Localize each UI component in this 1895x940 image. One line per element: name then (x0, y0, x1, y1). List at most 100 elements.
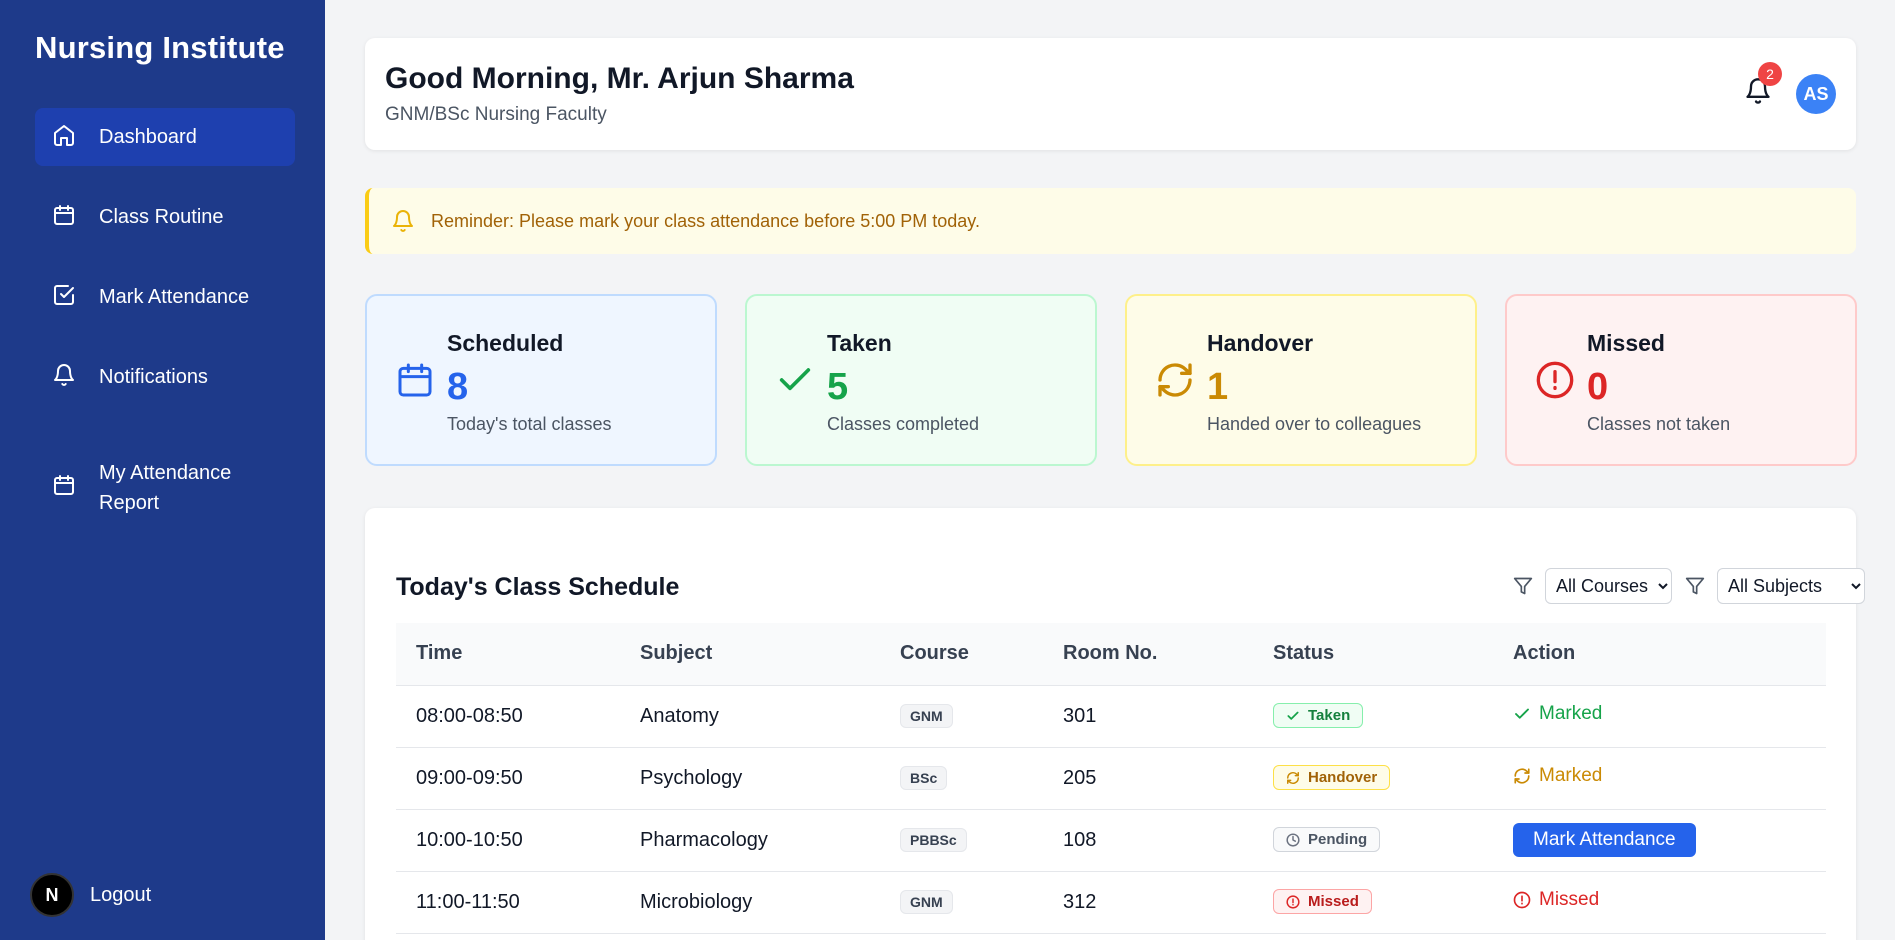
class-schedule-panel: Today's Class Schedule All Courses All S… (365, 508, 1865, 940)
subject-filter-select[interactable]: All Subjects (1717, 568, 1865, 604)
stat-card-missed: Missed 0 Classes not taken (1505, 294, 1857, 466)
logout-avatar: N (30, 873, 74, 917)
refresh-icon (1514, 768, 1530, 784)
column-header: Action (1493, 623, 1826, 686)
home-icon (51, 122, 77, 148)
time-cell: 10:00-10:50 (396, 809, 620, 872)
schedule-title: Today's Class Schedule (396, 573, 680, 601)
sidebar: Nursing Institute Dashboard Class Routin… (0, 0, 325, 940)
action-label: Missed (1539, 889, 1600, 910)
sidebar-item-label: Notifications (99, 366, 208, 388)
stat-description: Today's total classes (447, 414, 612, 434)
status-label: Missed (1308, 893, 1359, 911)
course-filter: All Courses (1511, 568, 1672, 604)
sidebar-item-mark-attendance[interactable]: Mark Attendance (35, 268, 295, 326)
stat-title: Taken (827, 330, 892, 356)
refresh-icon (1287, 771, 1299, 784)
stat-value: 8 (447, 366, 469, 408)
table-row: 10:00-10:50 Pharmacology PBBSc 108 Pendi… (396, 809, 1826, 872)
room-cell: 312 (1043, 871, 1253, 934)
notification-count-badge: 2 (1758, 62, 1782, 86)
logout-label: Logout (90, 883, 152, 906)
room-cell: 205 (1043, 747, 1253, 810)
status-badge: Pending (1273, 827, 1381, 853)
reminder-banner: Reminder: Please mark your class attenda… (365, 188, 1856, 254)
user-avatar[interactable]: AS (1796, 74, 1836, 114)
check-icon (775, 360, 815, 400)
bell-icon (1744, 78, 1772, 110)
check-icon (1287, 711, 1299, 720)
notifications-button[interactable]: 2 (1744, 62, 1782, 110)
column-header: Status (1253, 623, 1493, 686)
subject-cell: Microbiology (620, 871, 880, 934)
sidebar-item-label: Dashboard (99, 126, 197, 148)
table-row: 09:00-09:50 Psychology BSc 205 Handover (396, 747, 1826, 810)
filter-icon (1683, 574, 1707, 598)
stat-card-scheduled: Scheduled 8 Today's total classes (365, 294, 717, 466)
schedule-table: Time Subject Course Room No. Status Acti… (396, 623, 1826, 934)
status-label: Taken (1308, 707, 1351, 725)
table-row: 11:00-11:50 Microbiology GNM 312 Missed (396, 871, 1826, 934)
status-label: Pending (1308, 831, 1368, 849)
sidebar-item-notifications[interactable]: Notifications (35, 348, 295, 406)
sidebar-item-label: My Attendance Report (99, 462, 232, 514)
action-status: Marked (1513, 765, 1602, 787)
stat-value: 1 (1207, 366, 1229, 408)
page-header: Good Morning, Mr. Arjun Sharma GNM/BSc N… (365, 38, 1856, 150)
column-header: Subject (620, 623, 880, 686)
sidebar-item-my-attendance-report[interactable]: My Attendance Report (35, 444, 265, 532)
stat-description: Classes not taken (1587, 414, 1731, 434)
action-label: Marked (1539, 703, 1603, 724)
stat-value: 5 (827, 366, 849, 408)
calendar-icon (51, 202, 77, 228)
action-status: Marked (1513, 703, 1602, 725)
course-badge: GNM (900, 704, 953, 728)
sidebar-item-dashboard[interactable]: Dashboard (35, 108, 295, 166)
column-header: Course (880, 623, 1043, 686)
check-square-icon (51, 282, 77, 308)
refresh-icon (1155, 360, 1195, 400)
table-row: 08:00-08:50 Anatomy GNM 301 Taken Marked (396, 685, 1826, 748)
sidebar-item-class-routine[interactable]: Class Routine (35, 188, 295, 246)
status-badge: Taken (1273, 703, 1364, 729)
sidebar-item-label: Mark Attendance (99, 286, 250, 308)
subject-cell: Pharmacology (620, 809, 880, 872)
sidebar-item-label: Class Routine (99, 206, 224, 228)
time-cell: 08:00-08:50 (396, 685, 620, 748)
stat-description: Classes completed (827, 414, 980, 434)
brand-title: Nursing Institute (35, 30, 285, 65)
action-label: Marked (1539, 765, 1603, 786)
subject-filter: All Subjects (1683, 568, 1865, 604)
subject-cell: Psychology (620, 747, 880, 810)
stat-value: 0 (1587, 366, 1609, 408)
stat-title: Missed (1587, 330, 1665, 356)
subject-cell: Anatomy (620, 685, 880, 748)
status-label: Handover (1308, 769, 1378, 787)
course-badge: BSc (900, 766, 948, 790)
filter-icon (1511, 574, 1535, 598)
page-title: Good Morning, Mr. Arjun Sharma (385, 62, 854, 95)
alert-circle-icon (1286, 895, 1300, 909)
logout-button[interactable]: N Logout (30, 873, 151, 917)
time-cell: 11:00-11:50 (396, 871, 620, 934)
action-status: Missed (1513, 889, 1599, 911)
room-cell: 301 (1043, 685, 1253, 748)
check-icon (1515, 708, 1529, 719)
alert-circle-icon (1535, 360, 1575, 400)
clock-icon (1286, 833, 1300, 847)
mark-attendance-button[interactable]: Mark Attendance (1513, 823, 1696, 857)
bell-icon (51, 362, 77, 388)
course-filter-select[interactable]: All Courses (1545, 568, 1672, 604)
stat-description: Handed over to colleagues (1207, 414, 1422, 434)
reminder-text: Reminder: Please mark your class attenda… (431, 210, 980, 231)
stat-card-handover: Handover 1 Handed over to colleagues (1125, 294, 1477, 466)
column-header: Time (396, 623, 620, 686)
room-cell: 108 (1043, 809, 1253, 872)
stat-title: Handover (1207, 330, 1314, 356)
course-badge: PBBSc (900, 828, 967, 852)
calendar-icon (51, 472, 77, 498)
alert-circle-icon (1513, 891, 1531, 909)
course-badge: GNM (900, 890, 953, 914)
status-badge: Handover (1273, 765, 1391, 791)
table-header-row: Time Subject Course Room No. Status Acti… (396, 623, 1826, 686)
